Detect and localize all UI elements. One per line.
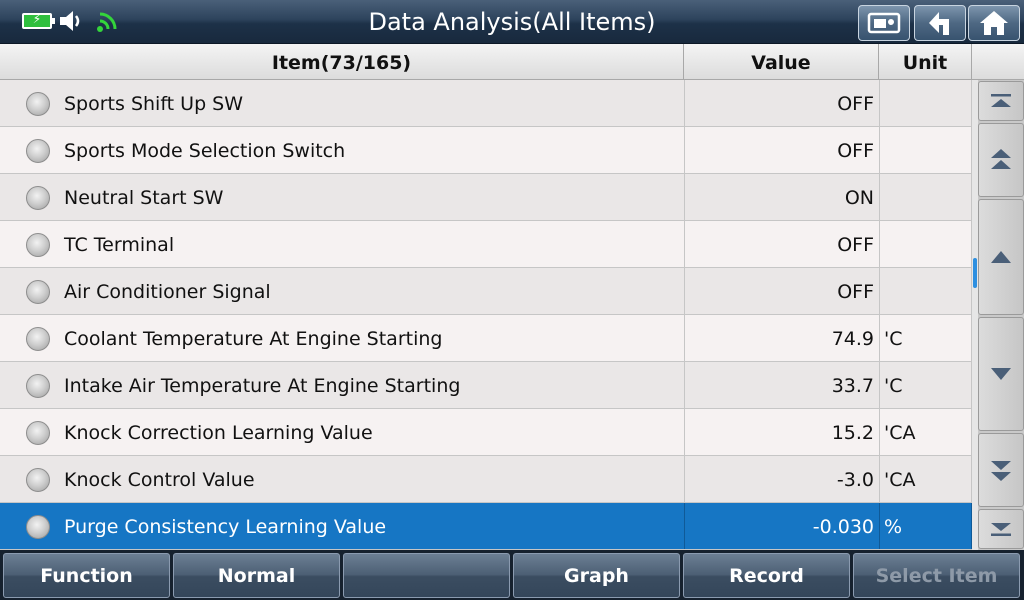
scroll-bottom-button[interactable] [978, 509, 1024, 549]
select-item-button: Select Item [853, 553, 1020, 598]
row-name: Coolant Temperature At Engine Starting [64, 328, 443, 350]
row-indicator-icon [26, 280, 50, 304]
row-name: Purge Consistency Learning Value [64, 516, 387, 538]
row-unit [879, 174, 972, 220]
scroll-bottom-icon [991, 523, 1011, 536]
row-indicator-icon [26, 421, 50, 445]
row-unit: 'CA [879, 456, 972, 502]
row-value: 74.9 [684, 315, 874, 361]
home-button[interactable] [968, 5, 1020, 41]
row-unit: 'C [879, 362, 972, 408]
table-row[interactable]: Intake Air Temperature At Engine Startin… [0, 362, 972, 409]
row-indicator-icon [26, 92, 50, 116]
row-unit [879, 268, 972, 314]
row-name: Intake Air Temperature At Engine Startin… [64, 375, 461, 397]
page-down-button[interactable] [978, 433, 1024, 507]
row-name: TC Terminal [64, 234, 175, 256]
header-value: Value [684, 44, 879, 80]
row-unit: 'CA [879, 409, 972, 455]
scroll-top-button[interactable] [978, 81, 1024, 121]
normal-button[interactable]: Normal [173, 553, 340, 598]
header-item: Item(73/165) [0, 44, 684, 80]
row-name: Sports Mode Selection Switch [64, 140, 346, 162]
table-row[interactable]: Neutral Start SW ON [0, 174, 972, 221]
scroll-down-icon [991, 368, 1011, 380]
table-row[interactable]: Sports Shift Up SW OFF [0, 80, 972, 127]
row-indicator-icon [26, 327, 50, 351]
scroll-up-button[interactable] [978, 199, 1024, 315]
scroll-top-icon [991, 94, 1011, 107]
table-row[interactable]: Knock Control Value -3.0 'CA [0, 456, 972, 503]
row-indicator-icon [26, 139, 50, 163]
row-value: -0.030 [684, 503, 874, 549]
row-unit: 'C [879, 315, 972, 361]
row-unit [879, 221, 972, 267]
screenshot-camera-icon [867, 12, 901, 34]
row-value: ON [684, 174, 874, 220]
page-up-button[interactable] [978, 123, 1024, 197]
row-value: OFF [684, 80, 874, 126]
row-name: Knock Correction Learning Value [64, 422, 373, 444]
row-indicator-icon [26, 468, 50, 492]
row-value: OFF [684, 268, 874, 314]
table-row[interactable]: Coolant Temperature At Engine Starting 7… [0, 315, 972, 362]
row-value: -3.0 [684, 456, 874, 502]
table-row[interactable]: Sports Mode Selection Switch OFF [0, 127, 972, 174]
row-name: Air Conditioner Signal [64, 281, 271, 303]
row-value: OFF [684, 221, 874, 267]
table-row[interactable]: TC Terminal OFF [0, 221, 972, 268]
screenshot-button[interactable] [858, 5, 910, 41]
table-header: Item(73/165) Value Unit [0, 44, 1024, 80]
table-row-selected[interactable]: Purge Consistency Learning Value -0.030 … [0, 503, 972, 550]
row-name: Sports Shift Up SW [64, 93, 244, 115]
home-icon [980, 11, 1008, 35]
back-button[interactable] [914, 5, 966, 41]
graph-button[interactable]: Graph [513, 553, 680, 598]
row-unit [879, 127, 972, 173]
row-indicator-icon [26, 515, 50, 539]
data-table: Sports Shift Up SW OFF Sports Mode Selec… [0, 80, 972, 550]
row-name: Knock Control Value [64, 469, 255, 491]
page-down-icon [991, 461, 1011, 481]
page-up-icon [991, 149, 1011, 169]
row-indicator-icon [26, 186, 50, 210]
scrollbar-thumb[interactable] [973, 258, 977, 288]
scroll-up-icon [991, 251, 1011, 263]
empty-function-button[interactable] [343, 553, 510, 598]
scroll-down-button[interactable] [978, 317, 1024, 431]
title-bar: ⚡ Data Analysis(All Items) [0, 0, 1024, 44]
row-unit: % [879, 503, 972, 549]
row-name: Neutral Start SW [64, 187, 224, 209]
row-unit [879, 80, 972, 126]
row-value: OFF [684, 127, 874, 173]
row-indicator-icon [26, 374, 50, 398]
record-button[interactable]: Record [683, 553, 850, 598]
back-arrow-icon [929, 12, 949, 35]
function-button[interactable]: Function [3, 553, 170, 598]
row-indicator-icon [26, 233, 50, 257]
row-value: 33.7 [684, 362, 874, 408]
header-unit: Unit [879, 44, 972, 80]
table-row[interactable]: Knock Correction Learning Value 15.2 'CA [0, 409, 972, 456]
row-value: 15.2 [684, 409, 874, 455]
table-row[interactable]: Air Conditioner Signal OFF [0, 268, 972, 315]
